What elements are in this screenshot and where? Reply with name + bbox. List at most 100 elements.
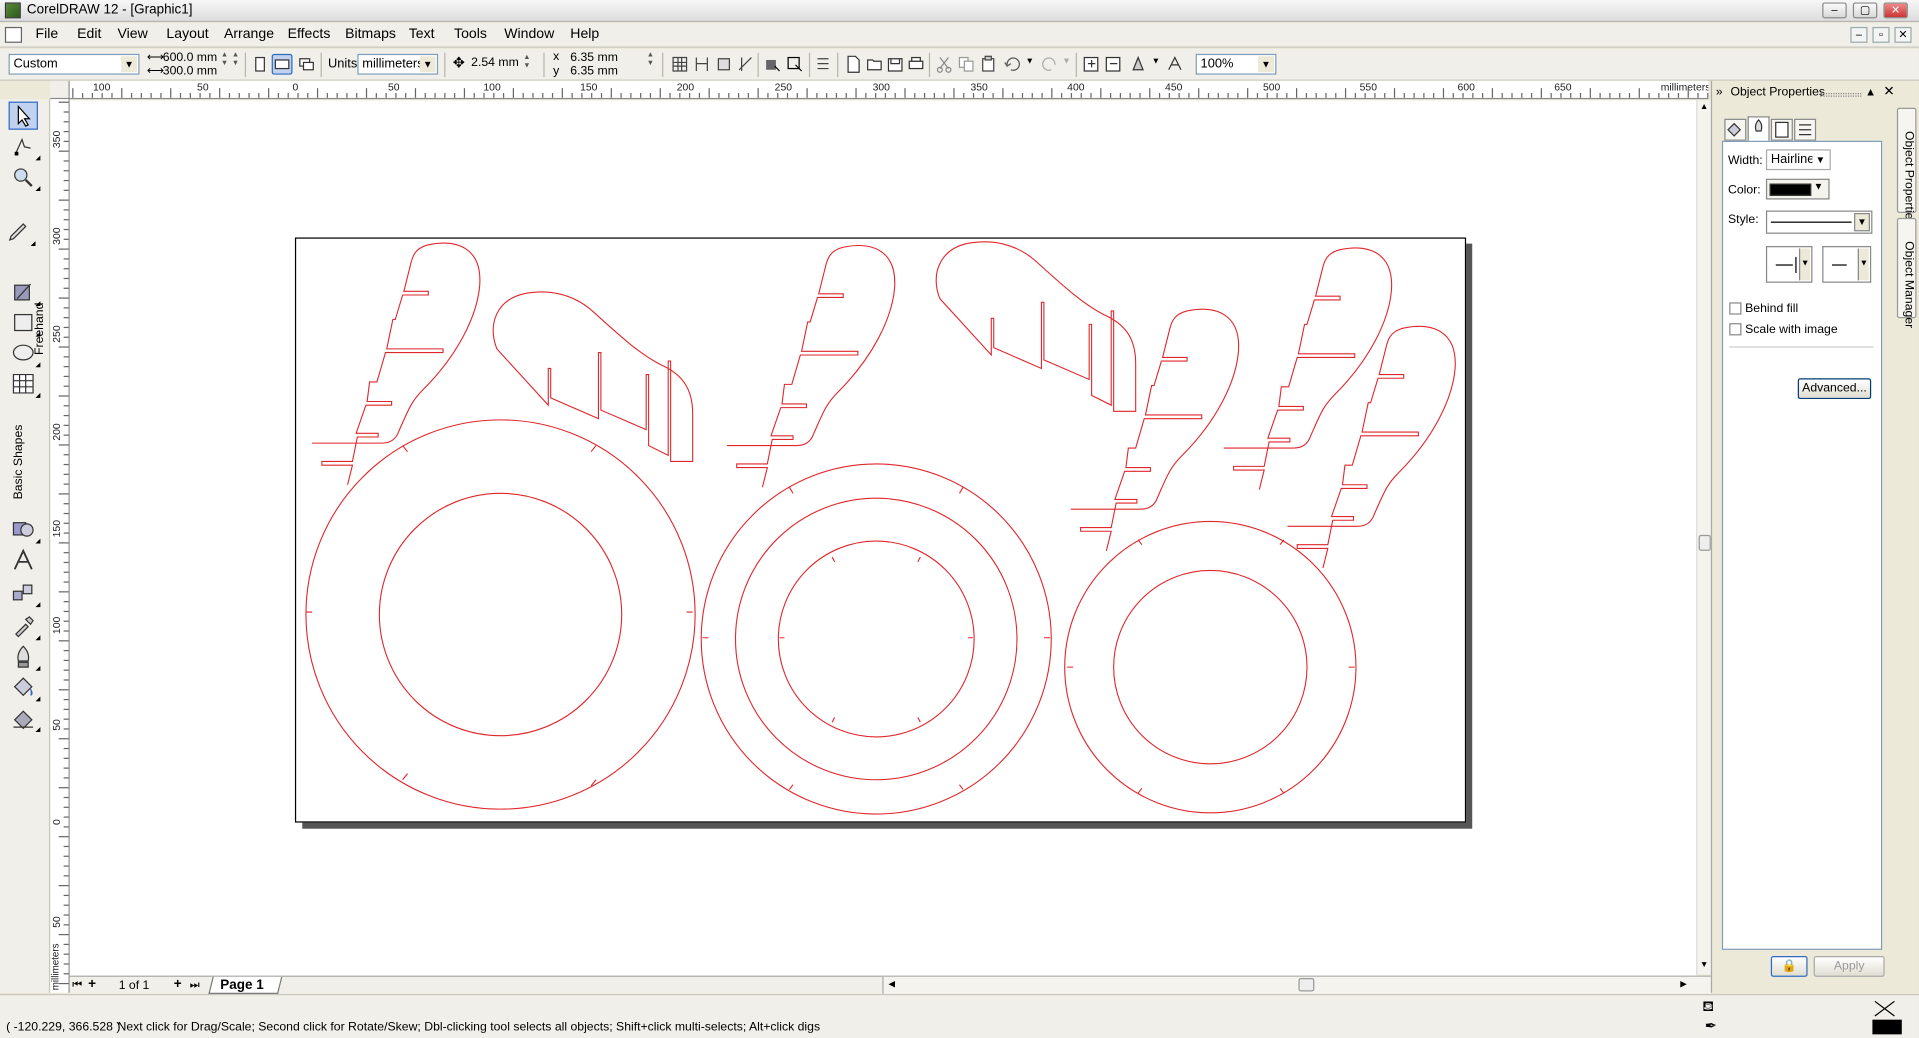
snap-objects-button[interactable] xyxy=(713,54,734,75)
close-button[interactable]: ✕ xyxy=(1883,2,1908,19)
fill-tool[interactable] xyxy=(9,673,41,702)
text-tool[interactable] xyxy=(9,546,38,574)
scroll-down-arrow-icon[interactable]: ▼ xyxy=(1700,961,1708,970)
copy-button[interactable] xyxy=(956,54,977,75)
freehand-tool[interactable] xyxy=(4,218,36,247)
width-spinner[interactable]: ▲ ▼ xyxy=(219,51,230,69)
select-outline-button[interactable] xyxy=(784,54,805,75)
duplicate-x-value[interactable]: 6.35 mm xyxy=(570,51,618,64)
duplicate-y-value[interactable]: 6.35 mm xyxy=(570,65,618,78)
object-properties-tab[interactable]: Object Properties xyxy=(1896,107,1917,226)
fill-tab[interactable] xyxy=(1724,118,1747,141)
units-select[interactable]: millimeters ▼ xyxy=(357,53,439,75)
outline-tool[interactable] xyxy=(9,643,41,671)
horizontal-scroll-thumb[interactable] xyxy=(1298,978,1315,992)
minimize-button[interactable]: – xyxy=(1822,2,1847,19)
import-button[interactable] xyxy=(1081,54,1102,75)
cut-button[interactable] xyxy=(934,54,955,75)
horizontal-scrollbar[interactable]: ◀ ▶ xyxy=(882,976,1711,994)
menu-help[interactable]: Help xyxy=(570,27,599,42)
menu-view[interactable]: View xyxy=(117,27,147,42)
add-page-before-icon[interactable]: + xyxy=(88,977,96,992)
ellipse-tool[interactable] xyxy=(9,339,41,368)
menu-window[interactable]: Window xyxy=(504,27,554,42)
menu-text[interactable]: Text xyxy=(409,27,435,42)
doc-minimize-button[interactable]: – xyxy=(1850,26,1868,43)
menu-layout[interactable]: Layout xyxy=(166,27,208,42)
duplicate-spinner[interactable]: ▲ ▼ xyxy=(645,51,656,69)
nudge-value[interactable]: 2.54 mm xyxy=(471,56,519,69)
zoom-tool[interactable] xyxy=(9,163,41,191)
outline-color-picker[interactable]: ▼ xyxy=(1765,178,1830,200)
portrait-button[interactable] xyxy=(250,54,271,75)
doc-restore-button[interactable]: ▫ xyxy=(1872,26,1890,43)
scroll-left-arrow-icon[interactable]: ◀ xyxy=(888,979,895,990)
graph-paper-tool[interactable] xyxy=(9,370,41,398)
vertical-ruler[interactable]: 350 300 250 200 150 100 50 0 50 millimet… xyxy=(50,99,70,993)
lock-button[interactable]: 🔒 xyxy=(1770,956,1808,977)
drawing-page[interactable] xyxy=(294,237,1467,823)
rectangle-tool[interactable] xyxy=(9,308,41,337)
nudge-spinner[interactable]: ▲ ▼ xyxy=(521,54,532,72)
last-page-icon[interactable]: ⏭ xyxy=(190,978,200,991)
behind-fill-checkbox[interactable] xyxy=(1729,302,1742,315)
object-manager-tab[interactable]: Object Manager xyxy=(1896,217,1917,328)
ruler-corner[interactable] xyxy=(50,80,70,100)
docker-collapse-icon[interactable]: ▲ xyxy=(1865,86,1876,98)
corel-online-button[interactable] xyxy=(1165,54,1186,75)
end-arrow-select[interactable]: ▼ xyxy=(1822,246,1872,283)
undo-chevron-down-icon[interactable]: ▼ xyxy=(1026,58,1034,67)
doc-close-button[interactable]: ✕ xyxy=(1894,26,1912,43)
open-button[interactable] xyxy=(864,54,885,75)
eyedropper-tool[interactable] xyxy=(9,612,41,641)
zoom-select[interactable]: 100% ▼ xyxy=(1195,53,1277,75)
menu-tools[interactable]: Tools xyxy=(454,27,487,42)
menu-file[interactable]: File xyxy=(35,27,58,42)
options-button[interactable] xyxy=(813,54,834,75)
page-width-value[interactable]: 600.0 mm xyxy=(163,51,217,64)
interactive-fill-tool[interactable] xyxy=(9,704,41,733)
internet-tab[interactable] xyxy=(1794,118,1817,141)
advanced-button[interactable]: Advanced... xyxy=(1797,378,1872,400)
redo-chevron-down-icon[interactable]: ▼ xyxy=(1062,58,1070,67)
redo-button[interactable] xyxy=(1039,54,1060,75)
snap-guidelines-button[interactable] xyxy=(691,54,712,75)
print-button[interactable] xyxy=(906,54,927,75)
start-arrow-select[interactable]: ▼ xyxy=(1765,246,1813,283)
treat-as-filled-button[interactable] xyxy=(762,54,783,75)
vertical-scrollbar[interactable]: ▲ ▼ xyxy=(1696,100,1711,975)
docker-close-icon[interactable]: ✕ xyxy=(1883,83,1894,99)
height-spinner[interactable]: ▲ ▼ xyxy=(230,51,241,69)
menu-effects[interactable]: Effects xyxy=(288,27,331,42)
docker-expand-icon[interactable]: » xyxy=(1716,86,1723,99)
pick-tool[interactable] xyxy=(8,101,38,130)
apply-button[interactable]: Apply xyxy=(1813,956,1885,977)
scale-with-image-checkbox[interactable] xyxy=(1729,323,1742,336)
line-style-select[interactable]: ▼ xyxy=(1765,210,1873,234)
outline-width-select[interactable]: Hairline ▼ xyxy=(1765,149,1831,171)
all-pages-button[interactable] xyxy=(296,54,317,75)
docker-grip[interactable] xyxy=(1819,93,1862,97)
shape-tool[interactable] xyxy=(9,132,41,161)
horizontal-ruler[interactable]: 100 50 0 50 100 150 200 250 300 350 400 … xyxy=(69,80,1709,100)
add-page-after-icon[interactable]: + xyxy=(174,977,182,992)
maximize-button[interactable]: ▢ xyxy=(1852,2,1878,19)
menu-edit[interactable]: Edit xyxy=(77,27,101,42)
export-button[interactable] xyxy=(1103,54,1124,75)
paste-button[interactable] xyxy=(978,54,999,75)
scroll-up-arrow-icon[interactable]: ▲ xyxy=(1700,103,1708,112)
dynamic-guides-button[interactable] xyxy=(736,54,757,75)
document-icon[interactable] xyxy=(4,26,23,43)
paper-preset-select[interactable]: Custom ▼ xyxy=(8,53,140,75)
first-page-icon[interactable]: ⏮ xyxy=(72,978,82,991)
snap-grid-button[interactable] xyxy=(669,54,690,75)
smart-fill-tool[interactable] xyxy=(9,278,41,307)
launcher-chevron-down-icon[interactable]: ▼ xyxy=(1152,58,1160,67)
application-launcher-button[interactable] xyxy=(1128,54,1149,75)
menu-bitmaps[interactable]: Bitmaps xyxy=(345,27,396,42)
new-document-button[interactable] xyxy=(843,54,864,75)
vertical-scroll-thumb[interactable] xyxy=(1698,534,1711,551)
page-height-value[interactable]: 300.0 mm xyxy=(163,65,217,78)
undo-button[interactable] xyxy=(1002,54,1023,75)
landscape-button[interactable] xyxy=(271,53,293,75)
